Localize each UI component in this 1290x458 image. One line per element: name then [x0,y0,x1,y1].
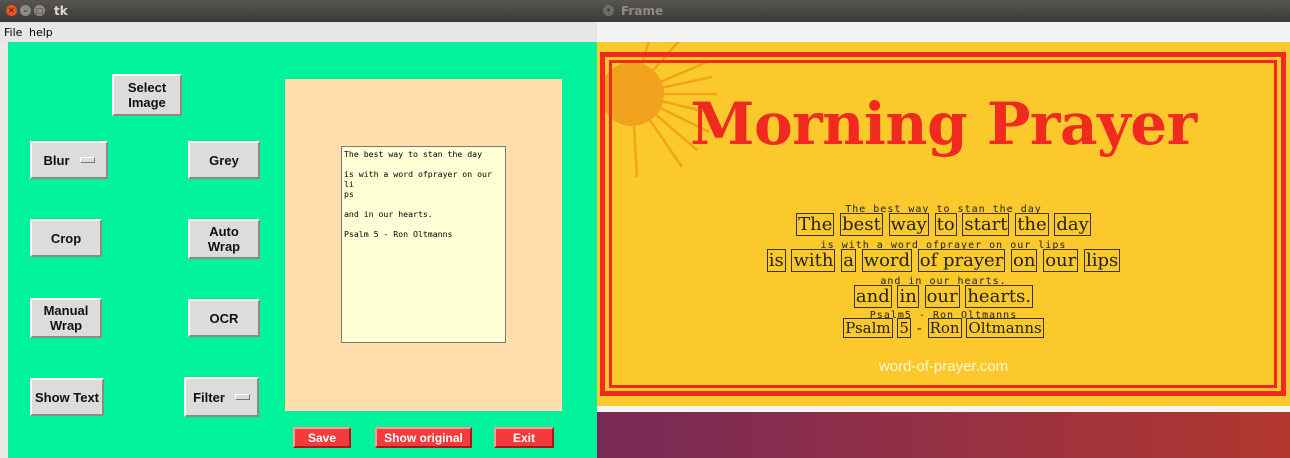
auto-wrap-button[interactable]: Auto Wrap [188,219,260,259]
word-box: on [1011,249,1038,272]
word-box: lips [1083,249,1121,272]
grey-label: Grey [209,152,239,168]
ocr-label: OCR [209,310,239,326]
word-box: our [924,285,960,308]
menu-help[interactable]: help [29,26,53,39]
frame-window: • Frame Morning Prayer The best way to s… [597,0,1290,412]
menu-file[interactable]: File [4,26,22,39]
word-box: to [934,213,957,236]
word-box: start [962,213,1010,236]
word-box: word [861,249,913,272]
manual-wrap-label: Manual Wrap [43,303,89,333]
select-image-label: Select Image [127,80,167,110]
minimize-icon[interactable]: – [20,5,31,16]
word-box: hearts. [965,285,1034,308]
save-button[interactable]: Save [293,427,351,448]
word-box: in [897,285,919,308]
ocr-text-box[interactable]: The best way to stan the day is with a w… [341,146,506,343]
word-box: our [1043,249,1079,272]
word-box: 5 [897,318,911,338]
show-text-label: Show Text [34,389,100,405]
word-box: - [916,319,922,337]
word-box: the [1015,213,1049,236]
auto-wrap-label: Auto Wrap [207,224,241,254]
text-line: is with a word ofprayer on our li ps [344,169,492,199]
poster-line-4: Psalm 5 - Ron Oltmanns [597,318,1290,338]
word-box: with [791,249,836,272]
word-box: day [1054,213,1091,236]
manual-wrap-button[interactable]: Manual Wrap [30,298,102,338]
word-box: Psalm [843,318,893,338]
blur-label: Blur [43,152,70,168]
filter-label: Filter [193,389,225,405]
exit-button[interactable]: Exit [494,427,554,448]
frame-titlebar: • Frame [597,0,1290,22]
text-line: and in our hearts. [344,209,433,219]
crop-label: Crop [50,230,82,246]
frame-title: Frame [621,4,664,18]
close-icon[interactable]: ✕ [6,5,17,16]
word-box: a [841,249,856,272]
poster-line-3: and in our hearts. [597,285,1290,308]
filter-menubutton[interactable]: Filter [184,377,259,417]
menubutton-indicator-icon [79,157,95,163]
word-box: The [796,213,835,236]
grey-button[interactable]: Grey [188,141,260,179]
save-label: Save [307,430,337,445]
select-image-button[interactable]: Select Image [112,74,182,116]
tk-window: ✕ – □ tk File help Select Image Blur Gre… [0,0,597,458]
crop-button[interactable]: Crop [30,219,102,257]
show-text-button[interactable]: Show Text [30,378,104,416]
poster-line-1: The best way to start the day [597,213,1290,236]
exit-label: Exit [512,430,535,445]
word-box: is [766,249,786,272]
menubar: File help [0,22,597,42]
ocr-button[interactable]: OCR [188,299,260,337]
window-title: tk [54,4,68,18]
word-box: best [840,213,883,236]
poster-line-2: is with a word of prayer on our lips [597,249,1290,272]
word-box: Ron [927,318,962,338]
tk-titlebar: ✕ – □ tk [0,0,597,22]
text-line: The best way to stan the day [344,149,483,159]
poster-title: Morning Prayer [690,90,1197,158]
text-line: Psalm 5 - Ron Oltmanns [344,229,453,239]
word-box: of prayer [917,249,1006,272]
close-icon[interactable]: • [603,5,614,16]
word-box: Oltmanns [966,318,1044,338]
poster-image: Morning Prayer The best way to stan the … [597,42,1290,406]
image-canvas[interactable]: The best way to stan the day is with a w… [285,79,562,411]
control-panel: Select Image Blur Grey Crop Auto Wrap Ma… [8,42,597,458]
menubutton-indicator-icon [234,394,250,400]
show-original-button[interactable]: Show original [375,427,472,448]
maximize-icon[interactable]: □ [34,5,45,16]
show-original-label: Show original [384,430,463,445]
word-box: and [853,285,892,308]
word-box: way [888,213,929,236]
poster-footer: word-of-prayer.com [878,358,1009,375]
blur-menubutton[interactable]: Blur [30,141,108,179]
